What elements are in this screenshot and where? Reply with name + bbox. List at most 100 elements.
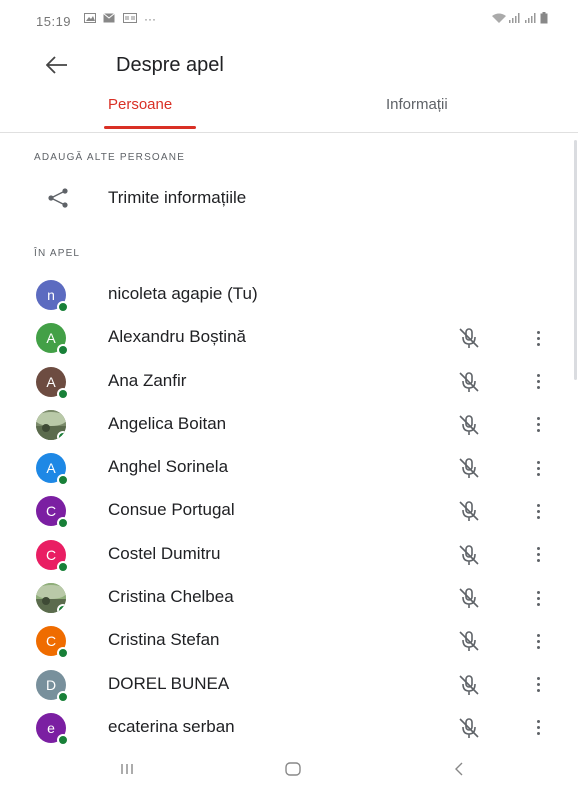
avatar: [36, 409, 66, 440]
more-options-button[interactable]: [528, 412, 548, 438]
more-options-button[interactable]: [528, 455, 548, 481]
message-icon: [103, 12, 118, 26]
more-options-button[interactable]: [528, 628, 548, 654]
avatar-initial: D: [45, 676, 57, 693]
presence-indicator: [57, 474, 69, 487]
avatar: e: [36, 712, 69, 746]
mic-off-icon: [459, 674, 479, 695]
participant-row[interactable]: A Alexandru Boștină: [0, 315, 578, 358]
mic-off-icon: [459, 458, 479, 479]
participant-row[interactable]: A Anghel Sorinela: [0, 445, 578, 488]
presence-indicator: [57, 344, 69, 357]
mic-off-icon: [459, 328, 479, 349]
battery-icon: [540, 12, 548, 24]
participant-row[interactable]: C Cristina Stefan: [0, 618, 578, 661]
more-vert-icon: [536, 460, 540, 464]
participant-row[interactable]: e ecaterina serban: [0, 705, 578, 748]
participant-name: ecaterina serban: [108, 716, 235, 736]
recents-button[interactable]: [112, 758, 142, 780]
participant-row[interactable]: Angelica Boitan: [0, 402, 578, 445]
presence-indicator: [57, 517, 69, 530]
more-options-button[interactable]: [528, 325, 548, 351]
app-bar: Despre apel: [0, 44, 578, 88]
mic-off-button[interactable]: [456, 672, 482, 698]
voicemail-icon: [122, 12, 140, 26]
avatar-initial: A: [46, 460, 56, 477]
more-vert-icon: [536, 417, 540, 421]
mic-off-button[interactable]: [456, 498, 482, 524]
participant-name: Cristina Stefan: [108, 630, 220, 650]
participant-row[interactable]: C Consue Portugal: [0, 488, 578, 531]
avatar: A: [36, 366, 69, 400]
participant-row[interactable]: n nicoleta agapie (Tu): [0, 272, 578, 315]
signal-icon: [509, 13, 520, 23]
more-options-button[interactable]: [528, 585, 548, 611]
more-options-button[interactable]: [528, 498, 548, 524]
more-options-button[interactable]: [528, 715, 548, 741]
home-button[interactable]: [278, 758, 308, 780]
mic-off-button[interactable]: [456, 585, 482, 611]
share-info-label: Trimite informațiile: [108, 188, 247, 207]
signal-icon-2: [524, 13, 536, 23]
in-call-section-label: ÎN APEL: [34, 248, 81, 259]
more-notifications: ···: [144, 12, 157, 26]
avatar-initial: n: [47, 287, 55, 303]
mic-off-button[interactable]: [456, 455, 482, 481]
more-options-button[interactable]: [528, 542, 548, 568]
participant-row[interactable]: C Costel Dumitru: [0, 532, 578, 575]
more-vert-icon: [536, 633, 540, 637]
mic-off-button[interactable]: [456, 325, 482, 351]
participant-name: Cristina Chelbea: [108, 587, 234, 607]
more-vert-icon: [536, 720, 540, 724]
participant-name: Angelica Boitan: [108, 413, 227, 433]
chevron-left-icon: [455, 762, 463, 776]
participant-name: Anghel Sorinela: [108, 457, 229, 477]
more-vert-icon: [536, 677, 540, 681]
tab-persons[interactable]: Persoane: [108, 96, 172, 113]
participant-name: Alexandru Boștină: [108, 327, 246, 347]
mic-off-icon: [459, 501, 479, 522]
more-vert-icon: [536, 590, 540, 594]
avatar-initial: C: [45, 546, 57, 563]
participant-row[interactable]: A Ana Zanfir: [0, 359, 578, 402]
mic-off-icon: [459, 371, 479, 392]
participant-row[interactable]: Cristina Chelbea: [0, 575, 578, 618]
more-vert-icon: [536, 374, 540, 378]
mic-off-button[interactable]: [456, 412, 482, 438]
mic-off-button[interactable]: [456, 542, 482, 568]
avatar-initial: e: [47, 719, 55, 736]
back-button[interactable]: [40, 48, 74, 82]
add-people-section-label: ADAUGĂ ALTE PERSOANE: [34, 152, 186, 163]
share-info-button[interactable]: Trimite informațiile: [0, 178, 578, 218]
participant-name: DOREL BUNEA: [108, 673, 230, 693]
presence-indicator: [57, 301, 69, 313]
avatar: D: [36, 669, 69, 703]
more-options-button[interactable]: [528, 369, 548, 395]
mic-off-icon: [459, 718, 479, 738]
mic-off-button[interactable]: [456, 628, 482, 654]
mic-off-button[interactable]: [456, 715, 482, 741]
more-vert-icon: [536, 330, 540, 334]
avatar: C: [36, 539, 69, 573]
participant-name: Ana Zanfir: [108, 370, 187, 390]
presence-indicator: [57, 733, 69, 746]
avatar: C: [36, 626, 69, 660]
participant-row[interactable]: D DOREL BUNEA: [0, 662, 578, 705]
status-bar: 15:19 ···: [0, 0, 578, 42]
more-options-button[interactable]: [528, 672, 548, 698]
tab-info[interactable]: Informații: [386, 96, 448, 113]
mic-off-button[interactable]: [456, 369, 482, 395]
mic-off-icon: [459, 544, 479, 565]
participant-name: Costel Dumitru: [108, 543, 221, 563]
recents-icon: [121, 764, 133, 774]
avatar-initial: C: [45, 503, 57, 520]
tab-bar: Persoane Informații: [0, 88, 578, 133]
participant-name: Consue Portugal: [108, 500, 235, 520]
home-icon: [285, 762, 301, 776]
mic-off-icon: [459, 631, 479, 652]
active-tab-indicator: [104, 126, 196, 129]
status-notifications: ···: [84, 12, 160, 26]
back-nav-button[interactable]: [444, 758, 474, 780]
status-time: 15:19: [36, 14, 72, 29]
more-vert-icon: [536, 547, 540, 551]
